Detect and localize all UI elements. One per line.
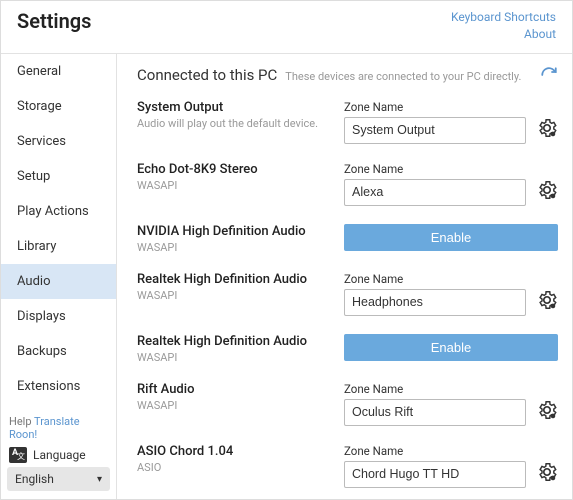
device-driver: WASAPI <box>137 179 332 192</box>
device-driver: WASAPI <box>137 289 332 302</box>
language-label: Language <box>33 448 86 462</box>
device-controls: Zone Name <box>344 162 558 206</box>
section-subtitle: These devices are connected to your PC d… <box>285 70 521 83</box>
device-info: Echo Dot-8K9 Stereo WASAPI <box>137 162 332 192</box>
language-icon <box>9 447 27 463</box>
sidebar-item-storage[interactable]: Storage <box>1 89 116 124</box>
zone-name-input[interactable] <box>344 117 526 144</box>
enable-button[interactable]: Enable <box>344 224 558 251</box>
sidebar-nav: GeneralStorageServicesSetupPlay ActionsL… <box>1 54 116 411</box>
device-name: Echo Dot-8K9 Stereo <box>137 162 332 177</box>
sidebar: GeneralStorageServicesSetupPlay ActionsL… <box>1 54 117 499</box>
device-controls: Zone Name <box>344 444 558 488</box>
device-driver: Audio will play out the default device. <box>137 117 332 130</box>
device-info: Rift Audio WASAPI <box>137 382 332 412</box>
gear-icon[interactable] <box>536 461 558 483</box>
gear-icon[interactable] <box>536 117 558 139</box>
help-prefix: Help <box>9 415 34 428</box>
zone-name-label: Zone Name <box>344 162 526 176</box>
section-title: Connected to this PC <box>137 66 277 84</box>
device-info: NVIDIA High Definition Audio WASAPI <box>137 224 332 254</box>
sidebar-item-account[interactable]: Account <box>1 404 116 411</box>
device-name: ASIO Chord 1.04 <box>137 444 332 459</box>
device-info: Realtek High Definition Audio WASAPI <box>137 272 332 302</box>
about-link[interactable]: About <box>451 26 556 43</box>
device-row: System Output Audio will play out the def… <box>137 100 558 144</box>
device-controls: Enable <box>344 334 558 361</box>
device-row: NVIDIA High Definition Audio WASAPI Enable <box>137 224 558 254</box>
gear-icon[interactable] <box>536 399 558 421</box>
zone-block: Zone Name <box>344 162 526 206</box>
page-title: Settings <box>17 9 91 43</box>
device-controls: Zone Name <box>344 100 558 144</box>
chevron-down-icon: ▾ <box>97 474 102 485</box>
device-driver: ASIO <box>137 461 332 474</box>
zone-name-input[interactable] <box>344 179 526 206</box>
device-row: Realtek High Definition Audio WASAPI Zone … <box>137 272 558 316</box>
gear-icon[interactable] <box>536 179 558 201</box>
device-info: System Output Audio will play out the def… <box>137 100 332 130</box>
device-controls: Zone Name <box>344 382 558 426</box>
device-controls: Enable <box>344 224 558 251</box>
sidebar-item-services[interactable]: Services <box>1 124 116 159</box>
device-name: Rift Audio <box>137 382 332 397</box>
device-driver: WASAPI <box>137 399 332 412</box>
device-name: System Output <box>137 100 332 115</box>
zone-name-input[interactable] <box>344 289 526 316</box>
sidebar-item-general[interactable]: General <box>1 54 116 89</box>
device-driver: WASAPI <box>137 241 332 254</box>
language-value: English <box>15 472 54 486</box>
gear-icon[interactable] <box>536 289 558 311</box>
zone-block: Zone Name <box>344 272 526 316</box>
zone-name-label: Zone Name <box>344 382 526 396</box>
device-controls: Zone Name <box>344 272 558 316</box>
sidebar-item-extensions[interactable]: Extensions <box>1 369 116 404</box>
zone-name-input[interactable] <box>344 461 526 488</box>
device-row: Rift Audio WASAPI Zone Name <box>137 382 558 426</box>
device-row: Realtek High Definition Audio WASAPI Enabl… <box>137 334 558 364</box>
zone-name-label: Zone Name <box>344 444 526 458</box>
sidebar-item-library[interactable]: Library <box>1 229 116 264</box>
header-links: Keyboard Shortcuts About <box>451 9 556 43</box>
sidebar-item-displays[interactable]: Displays <box>1 299 116 334</box>
device-row: Echo Dot-8K9 Stereo WASAPI Zone Name <box>137 162 558 206</box>
zone-block: Zone Name <box>344 100 526 144</box>
device-name: Realtek High Definition Audio <box>137 272 332 287</box>
language-label-row: Language <box>7 445 110 467</box>
keyboard-shortcuts-link[interactable]: Keyboard Shortcuts <box>451 9 556 26</box>
device-name: Realtek High Definition Audio <box>137 334 332 349</box>
sidebar-item-audio[interactable]: Audio <box>1 264 116 299</box>
device-info: Realtek High Definition Audio WASAPI <box>137 334 332 364</box>
sidebar-footer: Help Translate Roon! Language English ▾ <box>1 411 116 499</box>
enable-button[interactable]: Enable <box>344 334 558 361</box>
zone-block: Zone Name <box>344 382 526 426</box>
section-header: Connected to this PC These devices are c… <box>137 66 558 84</box>
sidebar-item-backups[interactable]: Backups <box>1 334 116 369</box>
help-translate-line: Help Translate Roon! <box>7 411 110 445</box>
language-select[interactable]: English ▾ <box>7 467 110 491</box>
header: Settings Keyboard Shortcuts About <box>1 1 572 54</box>
zone-name-label: Zone Name <box>344 272 526 286</box>
device-driver: WASAPI <box>137 351 332 364</box>
zone-name-input[interactable] <box>344 399 526 426</box>
refresh-icon[interactable] <box>540 66 558 84</box>
device-name: NVIDIA High Definition Audio <box>137 224 332 239</box>
zone-name-label: Zone Name <box>344 100 526 114</box>
zone-block: Zone Name <box>344 444 526 488</box>
main-panel: Connected to this PC These devices are c… <box>117 54 572 499</box>
device-info: ASIO Chord 1.04 ASIO <box>137 444 332 474</box>
sidebar-item-play-actions[interactable]: Play Actions <box>1 194 116 229</box>
device-list: System Output Audio will play out the def… <box>137 100 558 499</box>
device-row: ASIO Chord 1.04 ASIO Zone Name <box>137 444 558 488</box>
sidebar-item-setup[interactable]: Setup <box>1 159 116 194</box>
